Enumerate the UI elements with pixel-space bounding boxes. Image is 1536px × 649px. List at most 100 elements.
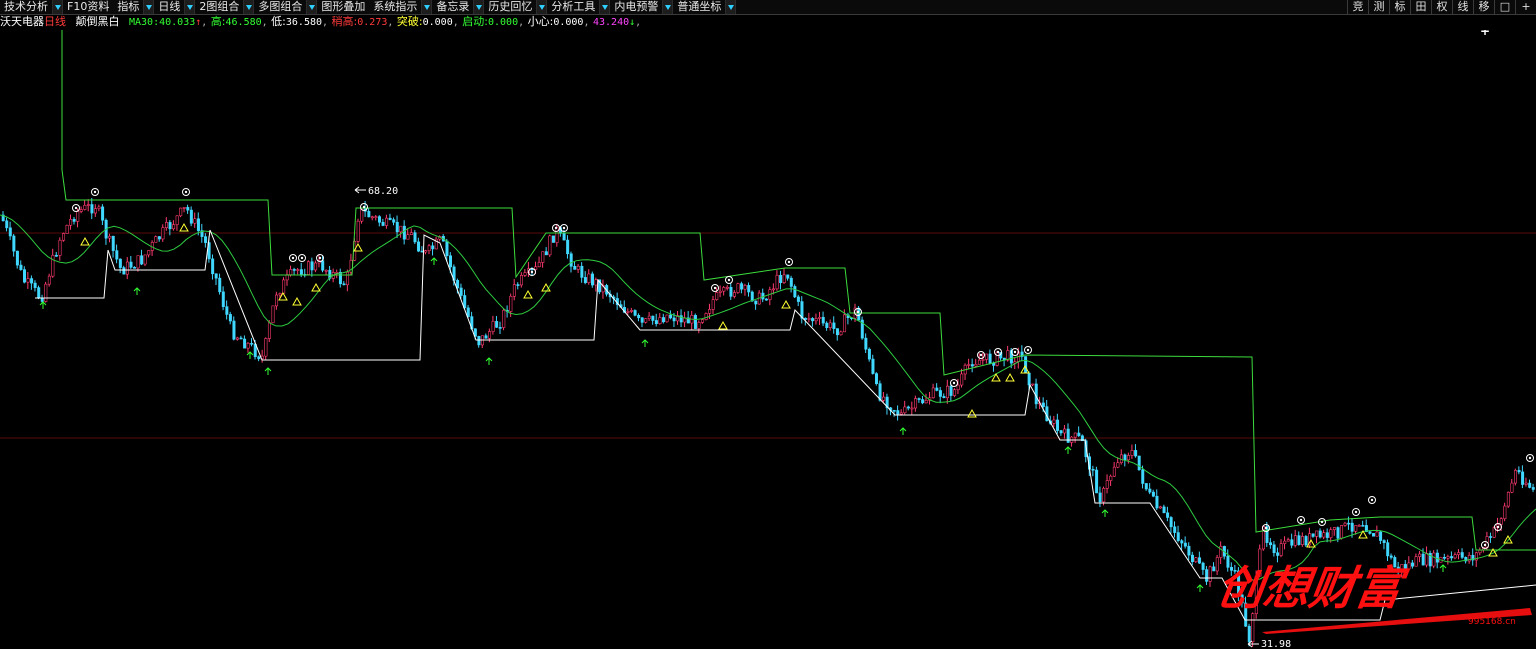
menu-item-1[interactable]: F10资料 xyxy=(63,0,113,14)
candle xyxy=(140,249,144,266)
candle xyxy=(995,350,999,367)
right-tool-2[interactable]: 标 xyxy=(1389,0,1410,14)
candle xyxy=(1325,528,1329,543)
dropdown-arrow-icon[interactable] xyxy=(536,0,548,14)
candle xyxy=(441,234,445,242)
candle xyxy=(133,266,137,269)
right-tool-4[interactable]: 权 xyxy=(1431,0,1452,14)
menu-item-6[interactable]: 图形叠加 xyxy=(317,0,369,14)
menu-item-3[interactable]: 日线 xyxy=(154,0,196,14)
dropdown-arrow-icon[interactable] xyxy=(306,0,318,14)
menu-item-5[interactable]: 多图组合 xyxy=(254,0,318,14)
candle xyxy=(1162,504,1166,514)
candle xyxy=(1155,489,1159,510)
signal-triangle xyxy=(292,296,302,306)
candle xyxy=(967,358,971,370)
candle xyxy=(835,328,839,341)
dropdown-arrow-icon[interactable] xyxy=(143,0,155,14)
stock-name[interactable]: 沃天电器 xyxy=(0,15,44,28)
candle xyxy=(1183,536,1187,549)
candle xyxy=(165,217,169,231)
candle xyxy=(640,317,644,328)
menu-item-11[interactable]: 内电预警 xyxy=(610,0,674,14)
candle xyxy=(83,200,87,211)
candle xyxy=(90,198,94,220)
candle xyxy=(54,251,58,257)
candle xyxy=(225,300,229,320)
candle xyxy=(303,268,307,278)
menu-item-4[interactable]: 2图组合 xyxy=(195,0,255,14)
candle xyxy=(370,215,374,221)
dropdown-arrow-icon[interactable] xyxy=(725,0,737,14)
menu-item-12[interactable]: 普通坐标 xyxy=(673,0,737,14)
candle xyxy=(406,228,410,240)
candle xyxy=(786,274,790,281)
candle xyxy=(161,224,165,242)
signal-triangle xyxy=(179,222,189,232)
right-tool-3[interactable]: 田 xyxy=(1410,0,1431,14)
right-tool-8[interactable]: + xyxy=(1515,0,1536,14)
candle xyxy=(495,315,499,328)
candle xyxy=(1056,413,1060,434)
candle xyxy=(985,353,989,364)
candle xyxy=(275,291,279,310)
dropdown-arrow-icon[interactable] xyxy=(184,0,196,14)
candle xyxy=(828,319,832,331)
candle xyxy=(1304,535,1308,547)
dropdown-arrow-icon[interactable] xyxy=(473,0,485,14)
candle xyxy=(789,275,793,293)
candle xyxy=(903,400,907,415)
right-tool-5[interactable]: 线 xyxy=(1452,0,1473,14)
candle xyxy=(1169,516,1173,534)
candlestick-chart[interactable]: 68.20 31.98 + 创想财富 995168.cn xyxy=(0,30,1536,649)
xiaoxin-label: 小心: xyxy=(527,15,554,28)
right-tool-1[interactable]: 测 xyxy=(1368,0,1389,14)
menu-item-10[interactable]: 分析工具 xyxy=(547,0,611,14)
candle xyxy=(1528,479,1532,489)
candle xyxy=(420,246,424,253)
candle xyxy=(1489,532,1493,543)
right-tool-7[interactable]: □ xyxy=(1494,0,1515,14)
high-label: 高: xyxy=(210,15,226,28)
candle xyxy=(1471,548,1475,566)
candle xyxy=(1144,482,1148,491)
menu-item-8[interactable]: 备忘录 xyxy=(432,0,485,14)
formula-name[interactable]: 颠倒黑白 xyxy=(76,15,120,28)
dropdown-arrow-icon[interactable] xyxy=(52,0,63,14)
candle xyxy=(1361,520,1365,527)
candle xyxy=(651,315,655,325)
candle xyxy=(232,316,236,341)
candle xyxy=(1109,474,1113,486)
candle xyxy=(761,288,765,303)
candle xyxy=(147,249,151,258)
candle xyxy=(186,204,190,214)
candle xyxy=(392,217,396,226)
candle xyxy=(157,235,161,242)
candle xyxy=(314,260,318,273)
candle xyxy=(796,294,800,307)
menu-item-2[interactable]: 指标 xyxy=(113,0,155,14)
candle xyxy=(988,349,992,365)
dropdown-arrow-icon[interactable] xyxy=(599,0,611,14)
menu-item-7[interactable]: 系统指示 xyxy=(369,0,433,14)
menu-item-9[interactable]: 历史回忆 xyxy=(484,0,548,14)
candle xyxy=(590,271,594,288)
candle xyxy=(1514,468,1518,486)
candle xyxy=(1095,466,1099,494)
dropdown-arrow-icon[interactable] xyxy=(421,0,433,14)
candle xyxy=(104,218,108,245)
candle xyxy=(960,368,964,388)
candle xyxy=(732,290,736,299)
menu-item-0[interactable]: 技术分析 xyxy=(0,0,63,14)
right-tool-6[interactable]: 移 xyxy=(1473,0,1494,14)
candle xyxy=(704,312,708,321)
candle xyxy=(896,405,900,421)
dropdown-arrow-icon[interactable] xyxy=(243,0,255,14)
period-label[interactable]: 日线 xyxy=(44,15,66,28)
candle xyxy=(583,271,587,285)
candle xyxy=(1524,477,1528,487)
right-toolbar: 竞测标田权线移 □ + xyxy=(1347,0,1536,14)
dropdown-arrow-icon[interactable] xyxy=(662,0,674,14)
candle xyxy=(1418,551,1422,563)
right-tool-0[interactable]: 竞 xyxy=(1347,0,1368,14)
